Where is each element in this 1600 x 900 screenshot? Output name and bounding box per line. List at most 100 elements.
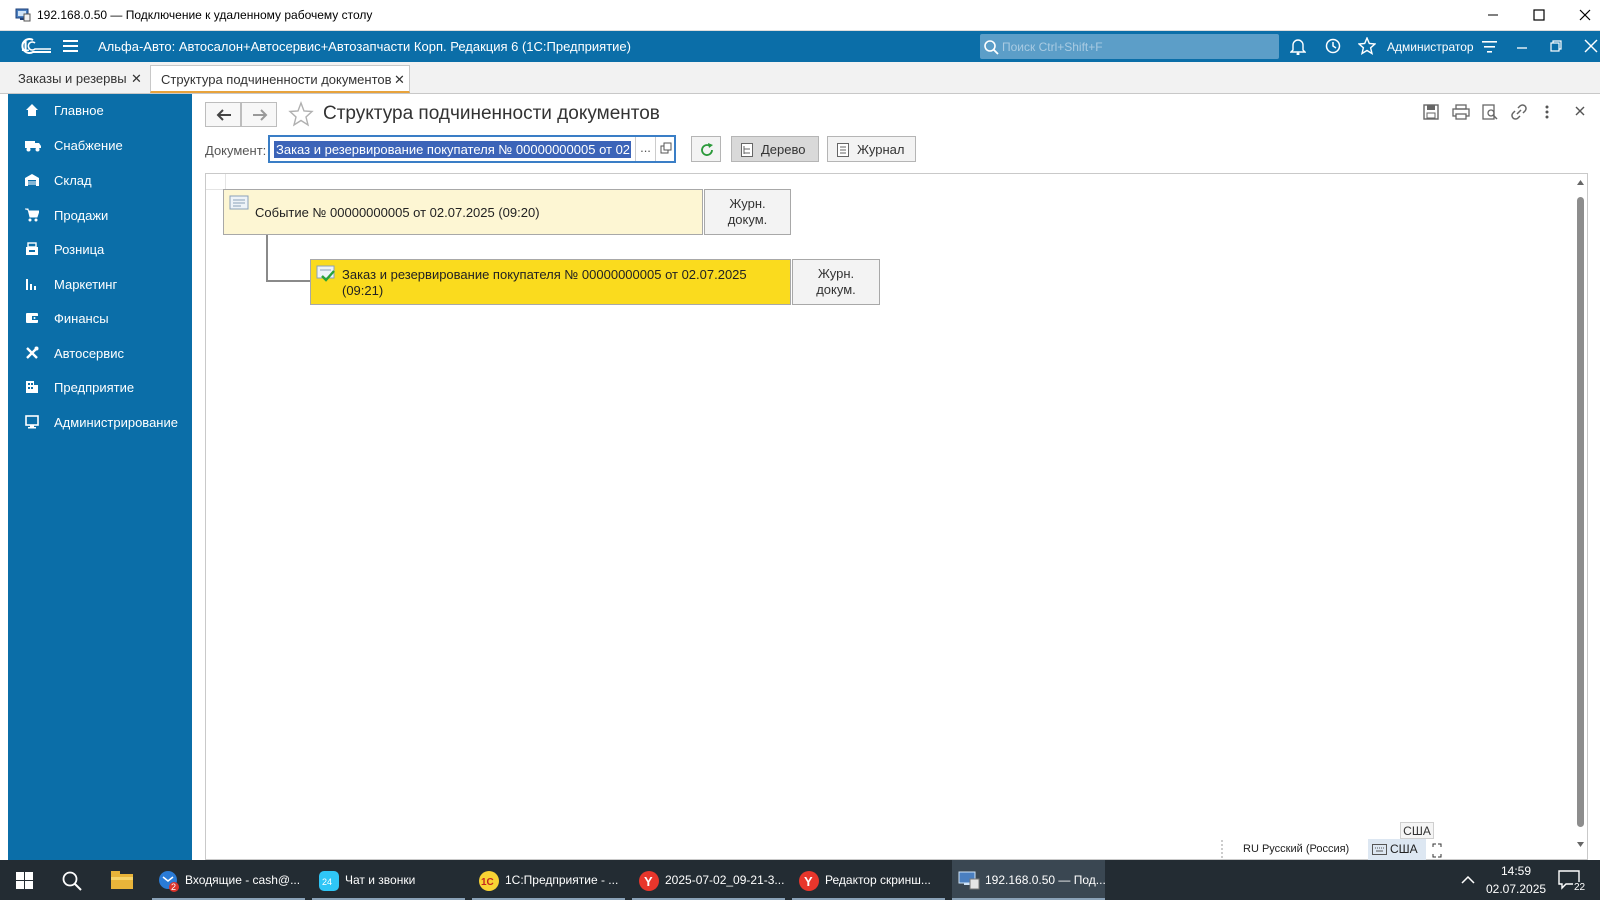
- language-bar-options-icon[interactable]: [1432, 843, 1442, 859]
- search-icon: [983, 39, 999, 55]
- document-field[interactable]: Заказ и резервирование покупателя № 0000…: [268, 135, 676, 163]
- minimize-window-button[interactable]: [1478, 4, 1508, 26]
- sidebar-item-supply[interactable]: Снабжение: [8, 133, 192, 159]
- taskbar-app-mail[interactable]: 2 Входящие - cash@...: [152, 860, 305, 900]
- scrollbar-thumb[interactable]: [1577, 197, 1584, 827]
- tree-node-text[interactable]: Заказ и резервирование покупателя № 0000…: [342, 267, 782, 299]
- taskbar-app-browser-1[interactable]: Y 2025-07-02_09-21-3...: [632, 860, 785, 900]
- tree-node-event[interactable]: Событие № 00000000005 от 02.07.2025 (09:…: [223, 189, 791, 235]
- language-bar-grip[interactable]: [1220, 840, 1224, 860]
- event-document-icon: [229, 195, 249, 211]
- settings-menu-icon[interactable]: [1482, 40, 1498, 54]
- tree-node-order[interactable]: Заказ и резервирование покупателя № 0000…: [310, 259, 880, 305]
- close-form-icon[interactable]: [1575, 106, 1585, 116]
- sidebar-item-administration[interactable]: Администрирование: [8, 410, 192, 436]
- journal-documents-button[interactable]: Журн. докум.: [792, 259, 880, 305]
- sidebar-item-enterprise[interactable]: Предприятие: [8, 375, 192, 401]
- close-window-button[interactable]: [1570, 4, 1600, 26]
- sidebar-item-sales[interactable]: Продажи: [8, 203, 192, 229]
- taskbar-app-label: Чат и звонки: [345, 873, 416, 887]
- tree-view-button[interactable]: Дерево: [731, 136, 819, 162]
- windows-start-icon[interactable]: [16, 872, 33, 889]
- tree-view-label: Дерево: [761, 142, 806, 157]
- taskbar-app-chat[interactable]: 24 Чат и звонки: [312, 860, 465, 900]
- open-document-icon[interactable]: [655, 137, 674, 161]
- sidebar-item-warehouse[interactable]: Склад: [8, 168, 192, 194]
- more-actions-icon[interactable]: [1544, 104, 1550, 120]
- history-icon[interactable]: [1324, 37, 1342, 55]
- tab-document-structure[interactable]: Структура подчиненности документов ✕: [150, 65, 410, 93]
- sections-sidebar: Главное Снабжение Склад Продажи Розница …: [8, 94, 192, 860]
- sidebar-item-label: Склад: [54, 173, 92, 188]
- close-tab-icon[interactable]: ✕: [131, 71, 142, 87]
- building-icon: [25, 380, 39, 394]
- global-search[interactable]: [980, 34, 1279, 59]
- svg-text:24: 24: [322, 877, 332, 887]
- tab-label: Структура подчиненности документов: [161, 72, 392, 87]
- tree-connector: [266, 235, 310, 282]
- save-icon[interactable]: [1423, 104, 1439, 120]
- current-user[interactable]: Администратор: [1387, 40, 1474, 54]
- sidebar-item-marketing[interactable]: Маркетинг: [8, 272, 192, 298]
- taskbar-app-label: Входящие - cash@...: [185, 873, 301, 887]
- keyboard-icon: [1372, 844, 1387, 855]
- link-icon[interactable]: [1511, 104, 1527, 120]
- tree-node-text[interactable]: Событие № 00000000005 от 02.07.2025 (09:…: [255, 205, 695, 221]
- truck-icon: [25, 138, 41, 152]
- sidebar-item-label: Продажи: [54, 208, 109, 223]
- taskbar-app-label: Редактор скринш...: [825, 873, 931, 887]
- sidebar-item-label: Снабжение: [54, 138, 123, 153]
- menu-icon[interactable]: [63, 39, 79, 53]
- journal-view-button[interactable]: Журнал: [827, 136, 916, 162]
- rdp-title-bar: 192.168.0.50 — Подключение к удаленному …: [0, 0, 1600, 31]
- mail-badge: 2: [171, 882, 177, 892]
- 1c-logo-icon[interactable]: 1: [21, 36, 53, 56]
- taskbar-search-icon[interactable]: [62, 871, 82, 891]
- back-button[interactable]: [205, 102, 241, 127]
- document-label: Документ:: [205, 143, 267, 158]
- scroll-down-icon[interactable]: [1577, 842, 1584, 847]
- app-title: Альфа-Авто: Автосалон+Автосервис+Автозап…: [98, 39, 631, 54]
- scroll-up-icon[interactable]: [1577, 180, 1584, 185]
- taskbar-app-1c[interactable]: 1С 1С:Предприятие - ...: [472, 860, 625, 900]
- journal-documents-button[interactable]: Журн. докум.: [704, 189, 791, 235]
- search-input[interactable]: [1002, 37, 1272, 56]
- document-tree-panel[interactable]: Событие № 00000000005 от 02.07.2025 (09:…: [205, 173, 1588, 860]
- taskbar-app-rdp[interactable]: 192.168.0.50 — Под...: [952, 860, 1106, 900]
- select-document-button[interactable]: ...: [635, 137, 655, 161]
- maximize-window-button[interactable]: [1524, 4, 1554, 26]
- clock-date[interactable]: 02.07.2025: [1486, 882, 1546, 896]
- sidebar-item-autoservice[interactable]: Автосервис: [8, 341, 192, 367]
- posted-document-icon: [316, 265, 336, 283]
- clock-time[interactable]: 14:59: [1501, 864, 1531, 878]
- app-header: 1 Альфа-Авто: Автосалон+Автосервис+Автоз…: [0, 31, 1600, 62]
- close-tab-icon[interactable]: ✕: [394, 72, 405, 88]
- favorite-star-icon[interactable]: [288, 101, 314, 127]
- language-tooltip: США: [1400, 822, 1434, 839]
- sidebar-item-label: Предприятие: [54, 380, 135, 395]
- input-language[interactable]: RU Русский (Россия): [1243, 843, 1349, 855]
- vertical-scrollbar[interactable]: [1574, 174, 1587, 859]
- preview-icon[interactable]: [1482, 104, 1498, 120]
- sidebar-item-retail[interactable]: Розница: [8, 237, 192, 263]
- forward-button[interactable]: [241, 102, 277, 127]
- app-close-icon[interactable]: [1584, 39, 1598, 53]
- file-explorer-icon[interactable]: [111, 871, 133, 889]
- app-minimize-icon[interactable]: [1516, 44, 1528, 50]
- keyboard-layout[interactable]: США: [1368, 839, 1426, 860]
- taskbar-app-screenshot-editor[interactable]: Y Редактор скринш...: [792, 860, 945, 900]
- app-restore-icon[interactable]: [1550, 40, 1562, 52]
- tab-orders-reserves[interactable]: Заказы и резервы ✕: [8, 65, 148, 93]
- refresh-button[interactable]: [691, 136, 721, 162]
- open-windows-tabs: Заказы и резервы ✕ Структура подчиненнос…: [0, 62, 1600, 94]
- show-hidden-icons-icon[interactable]: [1461, 876, 1475, 884]
- windows-taskbar: 2 Входящие - cash@... 24 Чат и звонки 1С…: [0, 860, 1600, 900]
- document-value[interactable]: Заказ и резервирование покупателя № 0000…: [274, 141, 631, 158]
- print-icon[interactable]: [1452, 104, 1470, 120]
- bell-icon[interactable]: [1290, 37, 1306, 55]
- sidebar-item-finance[interactable]: Финансы: [8, 306, 192, 332]
- favorites-star-icon[interactable]: [1358, 37, 1376, 55]
- taskbar-app-label: 1С:Предприятие - ...: [505, 873, 619, 887]
- refresh-icon: [699, 142, 715, 158]
- sidebar-item-main[interactable]: Главное: [8, 98, 192, 124]
